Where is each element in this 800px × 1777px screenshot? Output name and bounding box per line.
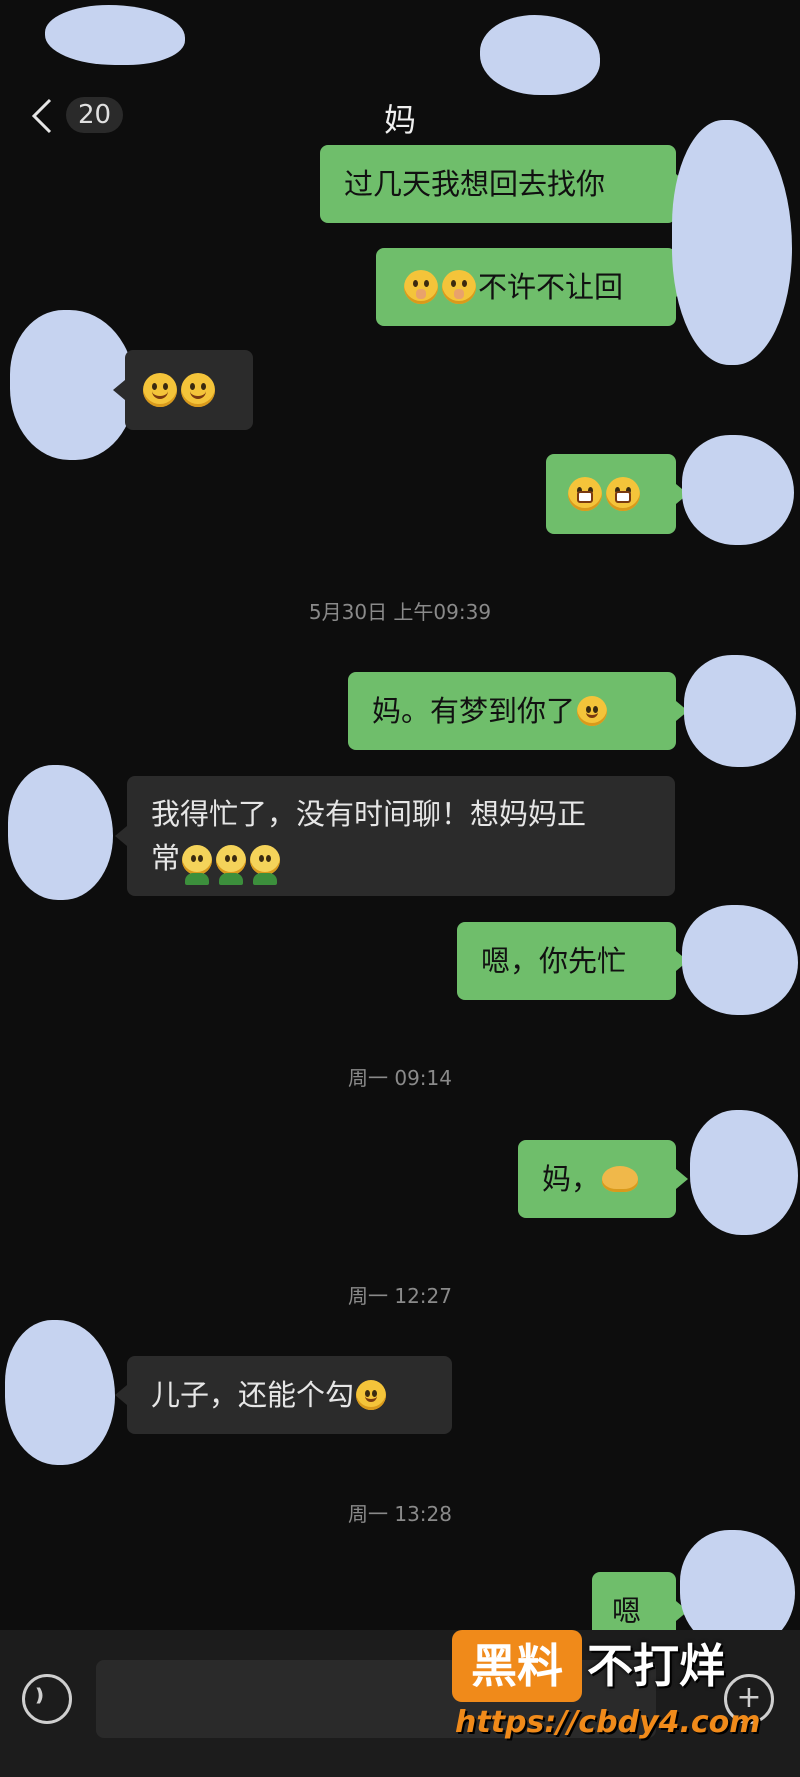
shush-face-icon xyxy=(404,270,438,304)
message-text: 妈， xyxy=(542,1162,601,1196)
thinking-face-icon xyxy=(577,696,608,726)
my-avatar[interactable] xyxy=(684,655,796,767)
shush-face-icon xyxy=(442,270,476,304)
message-bubble[interactable]: 嗯，你先忙 xyxy=(457,922,688,1000)
timestamp: 周一 09:14 xyxy=(348,1066,452,1090)
message-bubble[interactable]: 过几天我想回去找你 xyxy=(320,145,688,223)
green-shirt-person-icon xyxy=(182,845,213,885)
my-avatar[interactable] xyxy=(682,435,794,545)
watermark-url: https://cbdy4.com xyxy=(455,1705,761,1740)
timestamp: 5月30日 上午09:39 xyxy=(308,600,492,624)
contact-avatar[interactable] xyxy=(5,1320,115,1465)
green-shirt-person-icon xyxy=(216,845,247,885)
timestamp: 周一 12:27 xyxy=(348,1284,452,1308)
chat-title: 妈 xyxy=(383,101,416,139)
smile-face-icon xyxy=(143,373,177,407)
grin-face-icon xyxy=(606,477,640,511)
chat-header: 20 妈 xyxy=(0,0,800,150)
message-bubble[interactable]: 不许不让回 xyxy=(376,248,688,326)
message-bubble[interactable]: 妈。有梦到你了 xyxy=(348,672,688,750)
my-avatar[interactable] xyxy=(672,120,792,365)
watermark-logo: 黑料 xyxy=(452,1630,582,1702)
voice-icon[interactable] xyxy=(22,1674,72,1724)
message-bubble[interactable] xyxy=(113,350,253,430)
green-shirt-person-icon xyxy=(250,845,281,885)
message-text: 嗯 xyxy=(612,1594,642,1628)
message-text: 嗯，你先忙 xyxy=(481,944,627,978)
message-bubble[interactable]: 儿子，还能个勾 xyxy=(115,1356,452,1434)
message-bubble[interactable] xyxy=(546,454,688,534)
my-avatar[interactable] xyxy=(690,1110,798,1235)
my-avatar[interactable] xyxy=(682,905,798,1015)
message-text: 儿子，还能个勾 xyxy=(151,1378,355,1412)
message-text: 过几天我想回去找你 xyxy=(344,167,606,201)
contact-avatar[interactable] xyxy=(8,765,113,900)
message-text: 不许不让回 xyxy=(478,270,624,304)
timestamp: 周一 13:28 xyxy=(348,1502,452,1526)
watermark-text: 不打烊 xyxy=(587,1639,725,1693)
snail-icon xyxy=(602,1166,639,1192)
smile-face-icon xyxy=(181,373,215,407)
message-text-line1: 我得忙了，没有时间聊！想妈妈正 xyxy=(151,797,587,831)
message-text: 常 xyxy=(151,841,181,875)
message-text-line2: 常 xyxy=(151,836,282,885)
message-bubble[interactable]: 妈， xyxy=(518,1140,688,1218)
wink-tongue-face-icon xyxy=(356,1380,387,1410)
grin-face-icon xyxy=(568,477,602,511)
message-text: 妈。有梦到你了 xyxy=(372,694,576,728)
message-bubble[interactable]: 我得忙了，没有时间聊！想妈妈正 常 xyxy=(115,776,675,896)
